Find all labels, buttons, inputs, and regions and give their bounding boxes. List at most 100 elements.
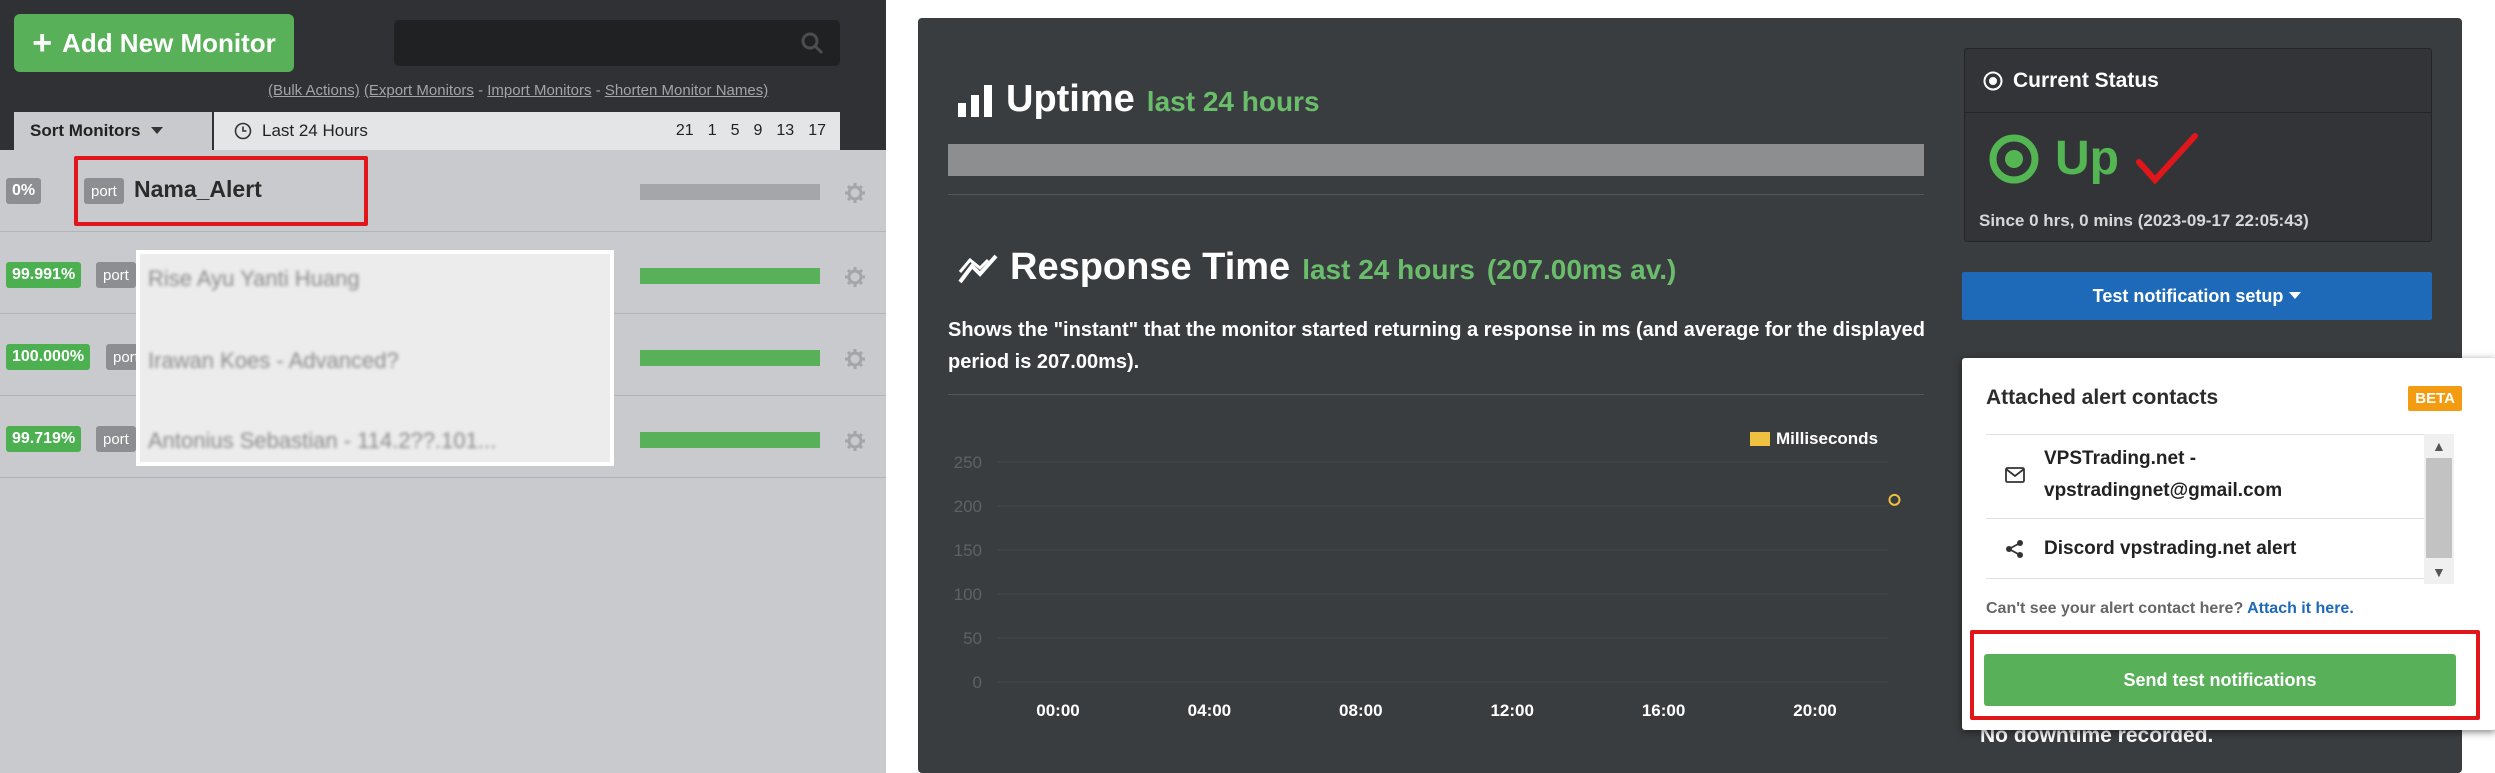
checkmark-icon — [2135, 132, 2198, 184]
popup-title: Attached alert contacts — [1986, 386, 2219, 409]
response-time-section-title: Response Time last 24 hours (207.00ms av… — [958, 246, 1676, 289]
bar-chart-icon — [958, 84, 992, 117]
add-new-monitor-label: Add New Monitor — [62, 27, 276, 58]
caret-down-icon — [2289, 292, 2302, 299]
test-notification-setup-label: Test notification setup — [2092, 285, 2284, 306]
gear-icon[interactable] — [844, 182, 866, 204]
gear-icon[interactable] — [844, 348, 866, 370]
uptime-bar — [640, 184, 820, 200]
uptime-badge: 0% — [6, 178, 42, 204]
monitor-name: Rise Ayu Yanti Huang — [148, 266, 360, 291]
clock-icon — [234, 122, 252, 140]
status-value: Up — [2055, 132, 2119, 185]
envelope-icon — [2005, 467, 2025, 483]
scroll-down-icon[interactable]: ▼ — [2432, 564, 2446, 580]
scroll-up-icon[interactable]: ▲ — [2432, 438, 2446, 454]
link-separator: - — [591, 82, 605, 99]
divider — [1986, 578, 2424, 579]
current-status-title: Current Status — [2013, 68, 2159, 92]
status-since: Since 0 hrs, 0 mins (2023-09-17 22:05:43… — [1979, 211, 2309, 230]
uptime-bar — [640, 350, 820, 366]
period-option[interactable]: 1 — [708, 122, 717, 140]
uptime-badge: 99.719% — [6, 426, 82, 452]
divider — [948, 394, 1924, 395]
sort-monitors-dropdown[interactable]: Sort Monitors — [14, 112, 212, 150]
shorten-monitor-names-link[interactable]: Shorten Monitor Names) — [605, 82, 768, 99]
test-notification-setup-button[interactable]: Test notification setup — [1962, 272, 2432, 320]
y-tick-label: 200 — [954, 497, 982, 516]
y-tick-label: 0 — [973, 673, 982, 692]
attach-it-here-link[interactable]: Attach it here. — [2247, 600, 2354, 617]
add-new-monitor-button[interactable]: + Add New Monitor — [14, 14, 294, 72]
x-tick-label: 08:00 — [1339, 701, 1382, 720]
current-status-header: Current Status — [1965, 49, 2431, 113]
divider — [948, 194, 1924, 195]
y-tick-label: 100 — [954, 585, 982, 604]
monitor-name: Antonius Sebastian - 114.2??.101... — [148, 428, 497, 453]
divider — [1986, 518, 2424, 519]
export-monitors-link[interactable]: (Export Monitors — [364, 82, 474, 99]
link-separator: - — [473, 82, 488, 99]
uptime-timeline-bar — [948, 144, 1924, 176]
monitor-search-input[interactable] — [394, 20, 840, 66]
y-tick-label: 150 — [954, 541, 982, 560]
period-options: 21 1 5 9 13 17 — [676, 122, 826, 140]
x-tick-label: 12:00 — [1490, 701, 1533, 720]
current-status-box: Current Status Up Since 0 hrs, 0 mins (2… — [1964, 48, 2432, 242]
monitor-type-badge: port — [96, 426, 136, 452]
caret-down-icon — [150, 127, 163, 134]
period-option[interactable]: 9 — [754, 122, 763, 140]
x-tick-label: 04:00 — [1188, 701, 1231, 720]
contact-name: Discord vpstrading.net alert — [2044, 538, 2297, 559]
status-indicator: Up — [1989, 131, 2199, 186]
legend-label: Milliseconds — [1776, 429, 1878, 448]
import-monitors-link[interactable]: Import Monitors — [487, 82, 591, 99]
plus-icon: + — [32, 24, 53, 62]
redacted-monitor-names: Rise Ayu Yanti Huang Irawan Koes - Advan… — [136, 250, 614, 466]
x-tick-label: 20:00 — [1793, 701, 1836, 720]
monitor-list-header: + Add New Monitor (Bulk Actions) (Export… — [0, 0, 886, 150]
alert-contact-item[interactable]: Discord vpstrading.net alert — [1986, 522, 2424, 576]
monitor-type-badge: port — [96, 262, 136, 288]
bulk-actions-link[interactable]: (Bulk Actions) — [268, 82, 360, 99]
legend-swatch — [1750, 432, 1770, 446]
period-option[interactable]: 21 — [676, 122, 694, 140]
period-option[interactable]: 13 — [776, 122, 794, 140]
radio-dot-icon — [1983, 71, 2003, 90]
highlight-box — [1970, 630, 2480, 720]
status-up-icon — [1989, 134, 2039, 183]
y-tick-label: 50 — [963, 629, 982, 648]
data-point[interactable] — [1888, 493, 1901, 506]
contact-email: vpstradingnet@gmail.com — [2044, 480, 2283, 501]
cant-see-text: Can't see your alert contact here? Attac… — [1986, 600, 2354, 618]
contacts-scrollbar[interactable]: ▲ ▼ — [2424, 434, 2454, 584]
search-icon — [801, 32, 824, 55]
uptime-bar — [640, 432, 820, 448]
beta-badge: BETA — [2408, 386, 2462, 411]
x-tick-label: 00:00 — [1036, 701, 1079, 720]
share-icon — [2006, 540, 2023, 558]
uptime-period: last 24 hours — [1146, 86, 1320, 117]
response-time-average: (207.00ms av.) — [1486, 254, 1677, 285]
period-label: Last 24 Hours — [262, 121, 368, 140]
uptime-section-title: Uptime last 24 hours — [958, 78, 1320, 121]
response-time-chart: 250 200 150 100 50 0 00:00 04:00 08:00 12:00 16:0… — [954, 429, 1901, 720]
monitor-list-panel: + Add New Monitor (Bulk Actions) (Export… — [0, 0, 886, 773]
bulk-action-links: (Bulk Actions) (Export Monitors - Import… — [268, 82, 768, 99]
x-tick-label: 16:00 — [1642, 701, 1685, 720]
alert-contact-item[interactable]: VPSTrading.net - vpstradingnet@gmail.com — [1986, 438, 2424, 512]
uptime-title: Uptime — [1006, 78, 1135, 120]
period-option[interactable]: 5 — [731, 122, 740, 140]
gear-icon[interactable] — [844, 430, 866, 452]
period-selector: Last 24 Hours 21 1 5 9 13 17 — [214, 112, 840, 150]
uptime-bar — [640, 268, 820, 284]
period-option[interactable]: 17 — [808, 122, 826, 140]
response-time-period: last 24 hours — [1302, 254, 1475, 285]
uptime-badge: 99.991% — [6, 262, 82, 288]
monitor-name: Irawan Koes - Advanced? — [148, 348, 399, 373]
scrollbar-thumb[interactable] — [2426, 458, 2452, 558]
response-time-title: Response Time — [1010, 246, 1291, 288]
response-time-description: Shows the "instant" that the monitor sta… — [948, 319, 1925, 373]
divider — [1986, 434, 2424, 435]
gear-icon[interactable] — [844, 266, 866, 288]
